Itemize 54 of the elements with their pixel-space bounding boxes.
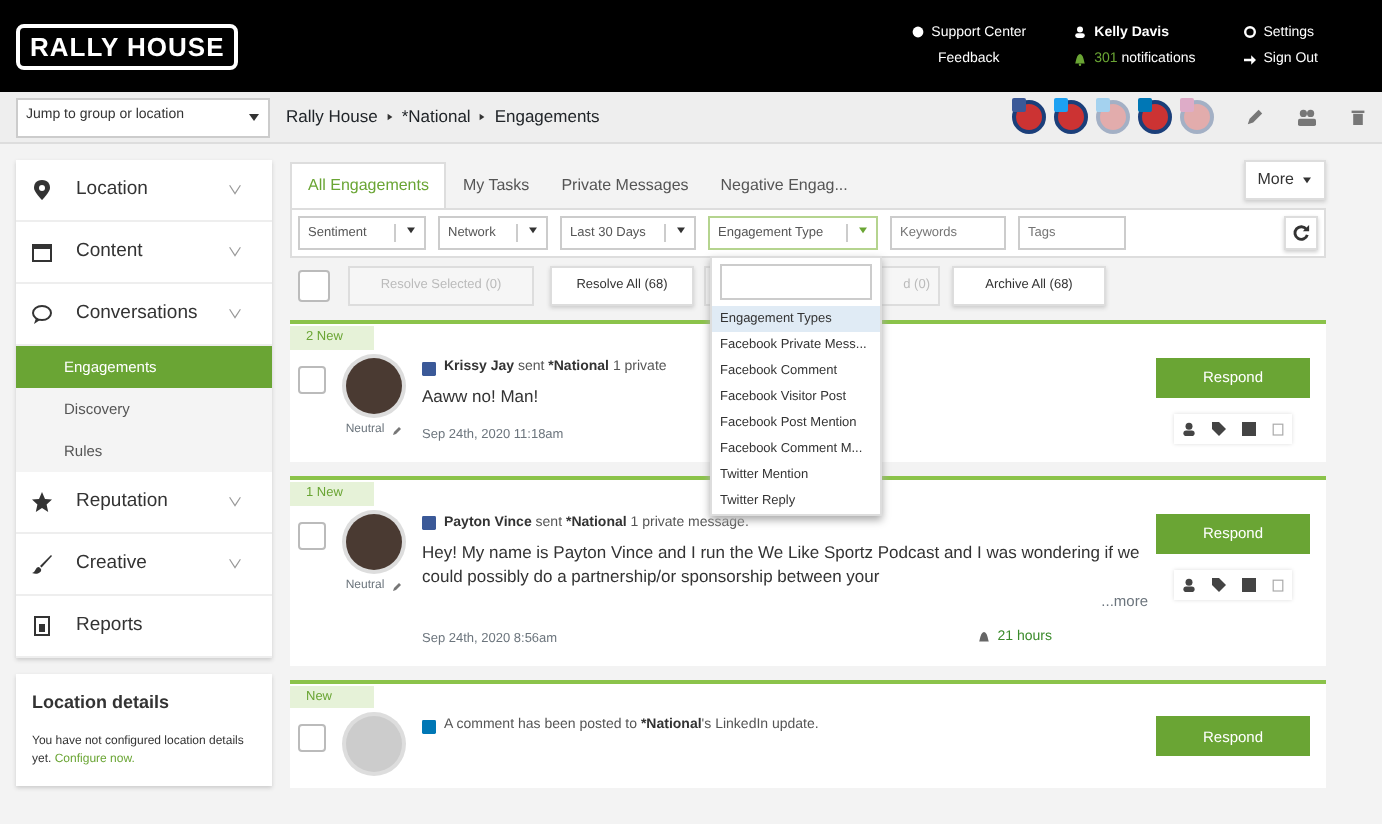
sidebar-item[interactable]: Location <box>16 160 272 222</box>
user-icon <box>1074 26 1087 39</box>
sidebar-item[interactable]: Reputation <box>16 472 272 534</box>
sidebar-item-label: Reports <box>76 611 145 640</box>
logo[interactable]: RALLY HOUSE <box>16 23 239 69</box>
pencil-icon <box>1246 108 1264 126</box>
sidebar-item[interactable]: Reports <box>16 596 272 658</box>
bell-icon <box>1074 53 1087 66</box>
chat-icon <box>32 304 52 324</box>
sidebar-item-label: Conversations <box>76 299 200 328</box>
report-icon <box>32 616 52 636</box>
star-icon <box>32 492 52 512</box>
sidebar-item-label: Content <box>76 237 145 266</box>
select-checkbox[interactable] <box>298 724 326 753</box>
tab[interactable]: Private Messages <box>545 164 705 208</box>
breadcrumb-link[interactable]: Rally House <box>286 104 378 130</box>
sign-out-icon <box>1243 53 1256 66</box>
select-checkbox[interactable] <box>298 521 326 550</box>
message-text: Aaww no! Man! <box>422 386 539 411</box>
location-details-title: Location details <box>32 690 172 716</box>
caret-icon <box>1302 176 1312 184</box>
more-button[interactable]: More <box>1243 160 1326 200</box>
brush-icon <box>32 554 52 574</box>
tag-icon <box>1212 421 1226 436</box>
sidebar-item-label: Creative <box>76 549 149 578</box>
refresh-button[interactable] <box>1284 216 1318 250</box>
sidebar-item-label: Location <box>76 175 150 204</box>
refresh-icon <box>1292 224 1310 242</box>
user-icon <box>1182 421 1196 436</box>
caret-icon <box>248 112 260 122</box>
breadcrumb-link[interactable]: Engagements <box>494 104 600 130</box>
tag-icon <box>1212 577 1226 592</box>
dropdown-search-field[interactable] <box>720 264 872 300</box>
pencil-icon <box>392 425 403 436</box>
tab[interactable]: Negative Engag... <box>704 164 864 208</box>
tab[interactable]: My Tasks <box>446 164 546 208</box>
user-icon <box>1182 577 1196 592</box>
profile-avatar[interactable] <box>1138 100 1172 134</box>
breadcrumb-arrow-icon <box>478 112 487 122</box>
profile-avatar[interactable] <box>1012 100 1046 134</box>
people-icon <box>1296 108 1318 126</box>
sidebar-item[interactable]: Creative <box>16 534 272 596</box>
breadcrumb-arrow-icon <box>385 112 394 122</box>
bell-icon <box>977 632 990 645</box>
profile-avatar[interactable] <box>1054 100 1088 134</box>
calendar-icon <box>32 242 52 262</box>
pencil-icon <box>392 581 403 592</box>
sidebar-item-label: Reputation <box>76 487 170 516</box>
message-text: Hey! My name is Payton Vince and I run the We Like Sportz Podcast and I was wondering if we could possibly do a partnership/or sponsorship between your <box>422 542 1142 590</box>
breadcrumb-link[interactable]: *National <box>401 104 471 130</box>
select-all-checkbox[interactable] <box>298 270 330 302</box>
sidebar-item[interactable]: Content <box>16 222 272 284</box>
select-checkbox[interactable] <box>298 365 326 394</box>
pin-icon <box>32 180 52 200</box>
